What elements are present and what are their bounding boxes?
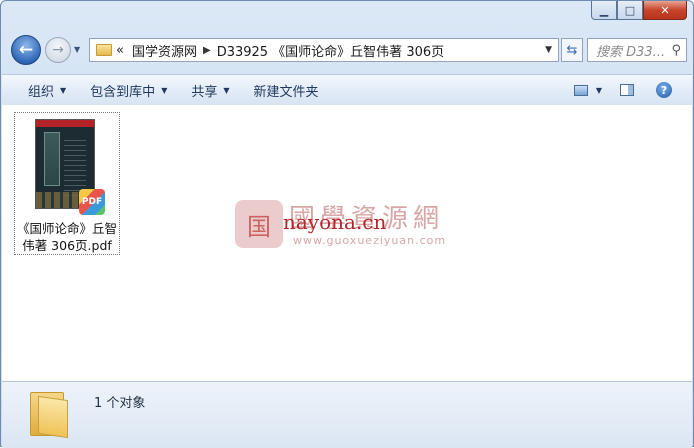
- share-label: 共享: [191, 84, 218, 100]
- explorer-window: ▁ □ ✕ ← → ▼ « 国学资源网 ▶ D33925 《国师论命》丘智伟著 …: [0, 0, 694, 448]
- chevron-down-icon: ▼: [60, 85, 67, 95]
- folder-icon: [30, 386, 72, 439]
- organize-menu-button[interactable]: 组织 ▼: [2, 75, 78, 105]
- refresh-button[interactable]: ⇆: [561, 38, 583, 62]
- new-folder-label: 新建文件夹: [253, 84, 319, 100]
- thumbnail-title-block: [44, 132, 60, 186]
- minimize-button[interactable]: ▁: [591, 1, 617, 20]
- organize-label: 组织: [28, 84, 55, 100]
- refresh-icon: ⇆: [566, 42, 578, 58]
- forward-button[interactable]: →: [45, 37, 71, 63]
- watermark-overlay-text: nayona.cn: [283, 210, 387, 234]
- chevron-down-icon: ▼: [161, 85, 168, 95]
- history-dropdown-icon[interactable]: ▼: [74, 45, 80, 54]
- breadcrumb-separator-icon[interactable]: ▶: [203, 45, 211, 56]
- back-button[interactable]: ←: [11, 35, 41, 65]
- breadcrumb-item-current[interactable]: D33925 《国师论命》丘智伟著 306页: [217, 41, 444, 60]
- view-dropdown-icon[interactable]: ▼: [596, 86, 602, 95]
- file-name-line: 《国师论命》丘智: [17, 221, 118, 236]
- thumbnail-band: [36, 120, 94, 127]
- breadcrumb-overflow[interactable]: «: [116, 43, 124, 58]
- details-pane: 1 个对象: [2, 381, 692, 448]
- maximize-button[interactable]: □: [617, 1, 643, 20]
- item-count-label: 1 个对象: [94, 396, 146, 411]
- file-item-pdf[interactable]: PDF 《国师论命》丘智 伟著 306页.pdf: [14, 112, 120, 255]
- folder-icon: [96, 44, 112, 56]
- file-name-label[interactable]: 《国师论命》丘智 伟著 306页.pdf: [17, 220, 117, 254]
- folder-front: [38, 395, 68, 439]
- close-button[interactable]: ✕: [643, 1, 687, 20]
- search-icon[interactable]: ⚲: [671, 43, 681, 58]
- preview-pane-icon[interactable]: [620, 84, 634, 96]
- include-in-library-button[interactable]: 包含到库中 ▼: [78, 75, 179, 105]
- search-placeholder: 搜索 D33...: [596, 44, 666, 60]
- new-folder-button[interactable]: 新建文件夹: [242, 75, 331, 105]
- command-bar: 组织 ▼ 包含到库中 ▼ 共享 ▼ 新建文件夹 ▼ ?: [2, 74, 692, 106]
- include-library-label: 包含到库中: [90, 84, 156, 100]
- watermark-url: www.guoxueziyuan.com: [293, 234, 447, 247]
- back-arrow-icon: ←: [18, 40, 34, 60]
- address-dropdown-icon[interactable]: ▼: [545, 45, 552, 55]
- watermark: 国 國學資源網 nayona.cn www.guoxueziyuan.com: [235, 196, 465, 252]
- address-bar[interactable]: « 国学资源网 ▶ D33925 《国师论命》丘智伟著 306页 ▼: [89, 38, 559, 62]
- thumbnail-text-block: [64, 136, 86, 196]
- search-input[interactable]: 搜索 D33... ⚲: [587, 38, 687, 62]
- help-icon[interactable]: ?: [656, 82, 672, 98]
- file-name-line: 伟著 306页.pdf: [22, 238, 112, 253]
- window-controls: ▁ □ ✕: [591, 1, 687, 21]
- navigation-bar: ← → ▼ « 国学资源网 ▶ D33925 《国师论命》丘智伟著 306页 ▼…: [9, 35, 687, 65]
- watermark-logo-icon: 国: [235, 200, 283, 248]
- chevron-down-icon: ▼: [223, 85, 230, 95]
- view-options-icon[interactable]: [573, 84, 588, 96]
- pdf-file-icon: PDF: [79, 189, 105, 215]
- file-list-area[interactable]: PDF 《国师论命》丘智 伟著 306页.pdf 国 國學資源網 nayona.…: [2, 105, 692, 381]
- share-button[interactable]: 共享 ▼: [179, 75, 241, 105]
- toolbar-right-group: ▼ ?: [573, 75, 692, 105]
- forward-arrow-icon: →: [52, 42, 64, 58]
- breadcrumb-item-root[interactable]: 国学资源网: [132, 41, 197, 60]
